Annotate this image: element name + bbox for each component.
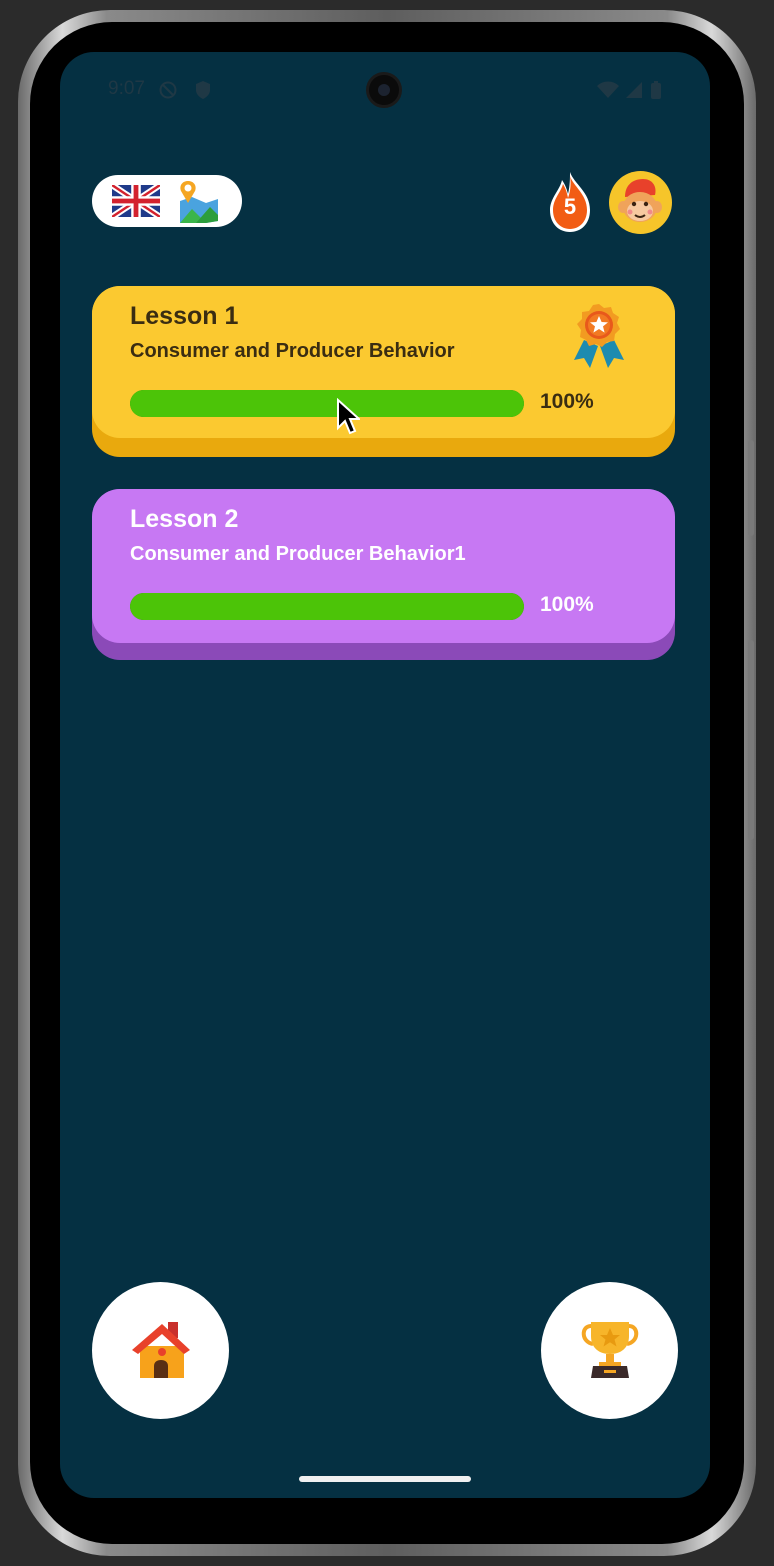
status-time: 9:07 [108,78,145,99]
battery-icon [651,81,661,99]
monkey-avatar-icon [618,179,662,222]
lesson-progress-fill [130,593,524,620]
lesson-progress-fill [130,390,524,417]
streak-counter[interactable]: 5 [546,170,594,234]
home-button[interactable] [92,1282,229,1419]
app-screen: 9:07 5 Lesson 1 Consumer and Producer Be… [60,52,710,1498]
mouse-cursor-icon [337,398,360,435]
medal-icon [574,304,624,368]
trophy-icon [581,1322,639,1378]
lesson-progress-label: 100% [540,593,594,616]
front-camera [366,72,402,108]
lesson-title: Lesson 1 [130,302,239,330]
volume-button [748,440,754,536]
dnd-icon [159,81,177,99]
lesson-subtitle: Consumer and Producer Behavior1 [130,543,466,565]
lesson-card-face: Lesson 1 Consumer and Producer Behavior … [92,286,675,438]
language-map-pill[interactable] [92,175,242,227]
streak-count: 5 [563,194,577,219]
signal-icon [626,82,642,98]
home-indicator[interactable] [299,1476,471,1482]
lesson-subtitle: Consumer and Producer Behavior [130,340,455,362]
lesson-progress-bar [130,593,524,620]
lesson-card-1[interactable]: Lesson 1 Consumer and Producer Behavior … [92,286,675,457]
shield-icon [196,81,210,99]
home-icon [132,1322,190,1378]
lesson-title: Lesson 2 [130,505,239,533]
lesson-progress-label: 100% [540,390,594,413]
lesson-progress-bar [130,390,524,417]
wifi-icon [597,81,619,98]
map-pin-icon[interactable] [178,179,220,223]
avatar[interactable] [609,171,672,234]
lesson-card-2[interactable]: Lesson 2 Consumer and Producer Behavior1… [92,489,675,660]
lesson-card-face: Lesson 2 Consumer and Producer Behavior1… [92,489,675,643]
uk-flag-icon[interactable] [112,185,160,217]
power-button [748,640,754,840]
leaderboard-button[interactable] [541,1282,678,1419]
